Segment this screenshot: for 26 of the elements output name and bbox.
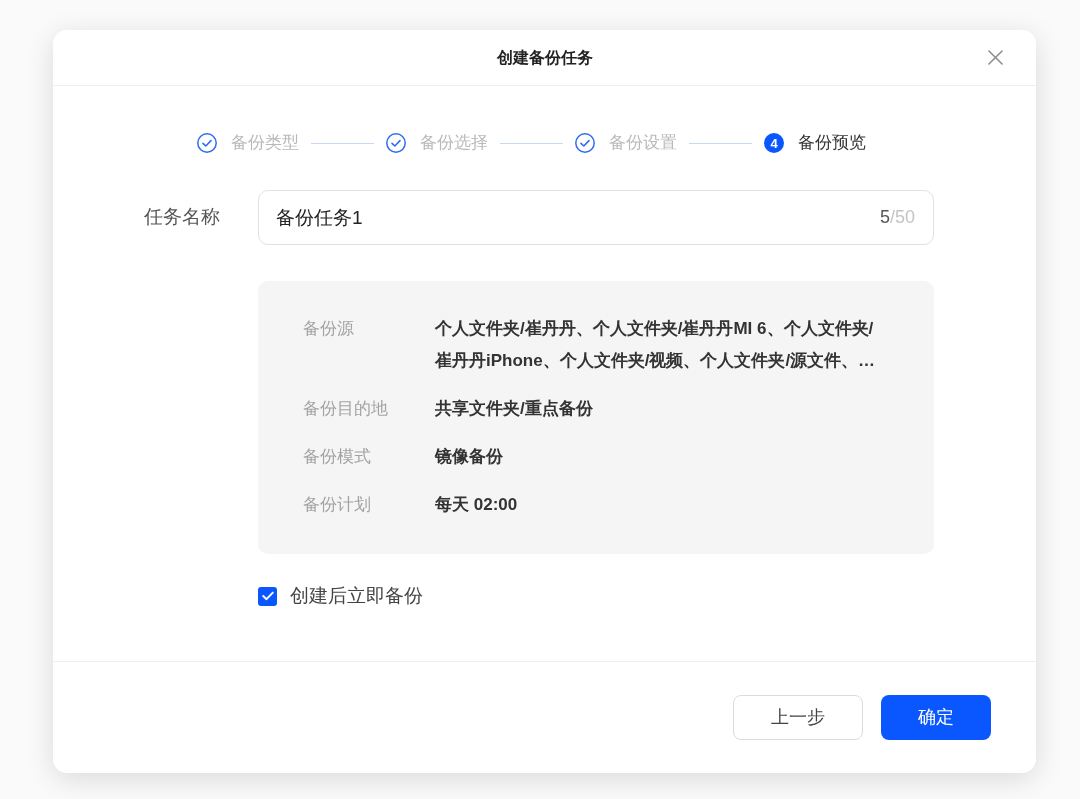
summary-label: 备份目的地 <box>303 398 389 420</box>
checkbox-label: 创建后立即备份 <box>290 584 423 608</box>
close-button[interactable] <box>987 49 1003 66</box>
check-circle-icon <box>575 133 595 153</box>
dialog-title: 创建备份任务 <box>496 47 593 68</box>
summary-value: 个人文件夹/崔丹丹、个人文件夹/崔丹丹MI 6、个人文件夹/崔丹丹iPhone、个人文件夹/视频、个人文件夹/源文件、… <box>435 318 877 372</box>
summary-value: 每天 02:00 <box>435 494 519 516</box>
step-label: 备份选择 <box>420 132 488 155</box>
character-counter: 5/50 <box>879 206 915 228</box>
field-label: 任务名称 <box>144 205 221 230</box>
back-button[interactable]: 上一步 <box>733 695 863 740</box>
check-icon <box>261 591 274 602</box>
step-label: 备份预览 <box>798 132 866 155</box>
check-circle-icon <box>197 133 217 153</box>
step-label: 备份类型 <box>231 132 299 155</box>
confirm-button[interactable]: 确定 <box>881 695 991 740</box>
summary-label: 备份源 <box>303 318 355 340</box>
check-circle-icon <box>386 133 406 153</box>
summary-value: 镜像备份 <box>435 446 504 468</box>
step-number: 4 <box>764 133 784 153</box>
step-label: 备份设置 <box>609 132 677 155</box>
close-icon <box>987 50 1003 65</box>
summary-value: 共享文件夹/重点备份 <box>435 398 594 420</box>
summary-label: 备份计划 <box>303 494 372 516</box>
summary-label: 备份模式 <box>303 446 372 468</box>
checkbox[interactable] <box>258 586 277 606</box>
